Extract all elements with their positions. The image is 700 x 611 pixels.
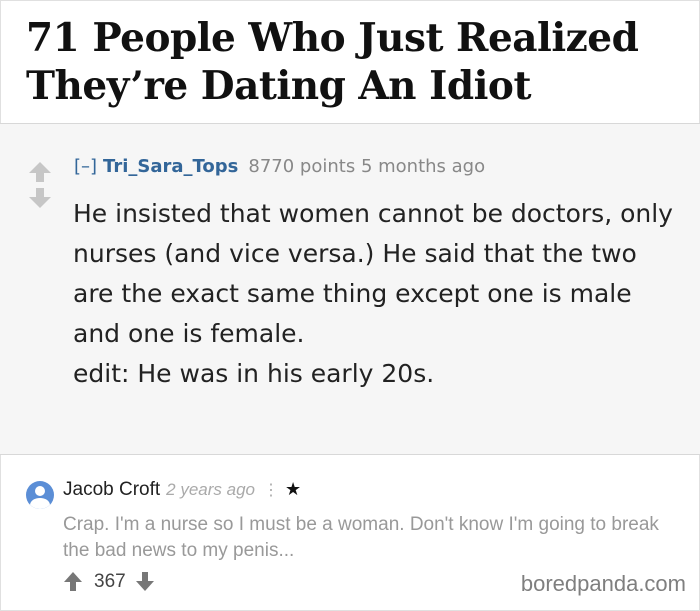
reddit-comment-body: He insisted that women cannot be doctors… — [73, 194, 673, 394]
more-options-icon[interactable]: ⋮ — [263, 482, 279, 499]
reply-meta: Jacob Croft 2 years ago ⋮ ★ — [63, 479, 301, 501]
upvote-arrow-icon[interactable] — [28, 162, 52, 182]
reddit-comment-edit: edit: He was in his early 20s. — [73, 359, 435, 388]
reddit-age: 5 months ago — [360, 156, 486, 177]
article-title: 71 People Who Just Realized They’re Dati… — [26, 15, 639, 109]
reddit-comment-text: He insisted that women cannot be doctors… — [73, 199, 673, 348]
collapse-toggle[interactable]: [–] — [74, 156, 97, 177]
user-avatar-icon[interactable] — [26, 481, 54, 509]
reddit-points: 8770 points — [248, 156, 356, 177]
reply-author-link[interactable]: Jacob Croft — [63, 479, 160, 500]
star-icon[interactable]: ★ — [285, 479, 301, 499]
reply-upvote-icon[interactable] — [64, 572, 82, 592]
downvote-arrow-icon[interactable] — [28, 188, 52, 208]
boredpanda-watermark: boredpanda.com — [520, 571, 686, 596]
reddit-comment: [–] Tri_Sara_Tops 8770 points 5 months ago… — [0, 124, 700, 454]
reply-votes: 367 — [64, 571, 154, 593]
reddit-comment-meta: [–] Tri_Sara_Tops 8770 points 5 months ago — [74, 156, 485, 177]
reply-vote-count: 367 — [94, 571, 126, 592]
section-divider — [0, 454, 700, 455]
reply-downvote-icon[interactable] — [135, 572, 154, 592]
reply-text: Crap. I'm a nurse so I must be a woman. … — [63, 514, 659, 561]
reddit-vote-column — [28, 162, 52, 208]
reply-age: 2 years ago — [166, 480, 255, 499]
reddit-author-link[interactable]: Tri_Sara_Tops — [103, 156, 238, 177]
